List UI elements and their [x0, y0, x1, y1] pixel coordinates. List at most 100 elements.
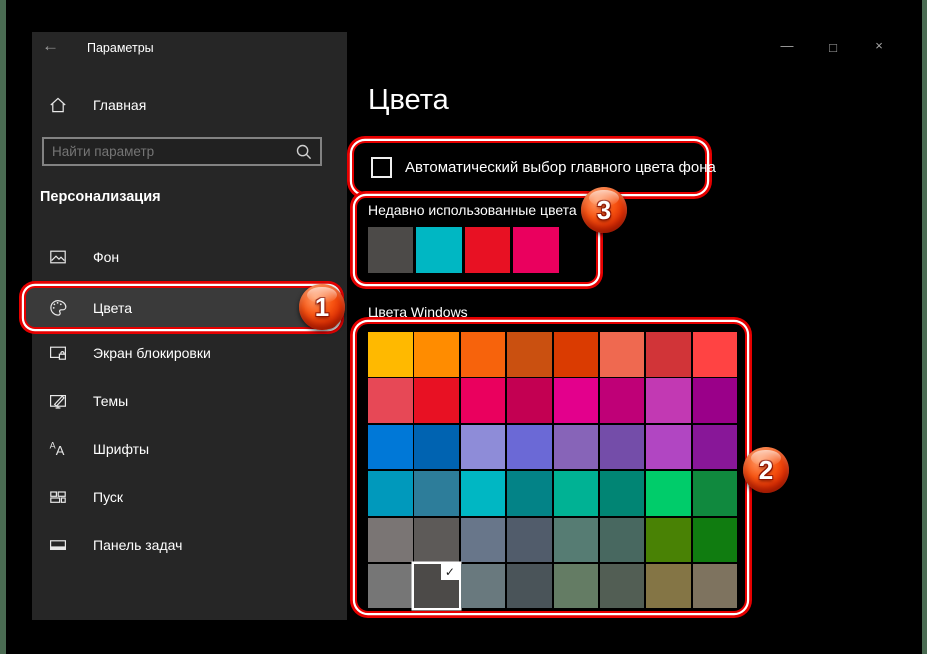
sidebar-item-lock-screen[interactable]: Экран блокировки: [32, 340, 347, 366]
svg-text:A: A: [56, 443, 65, 458]
sidebar-item-label: Фон: [93, 249, 119, 265]
windows-color-swatch[interactable]: [600, 518, 645, 563]
sidebar-item-themes[interactable]: Темы: [32, 388, 347, 414]
windows-color-swatch[interactable]: [368, 564, 413, 609]
sidebar-item-label: Шрифты: [93, 441, 149, 457]
windows-color-swatch[interactable]: [368, 518, 413, 563]
annotation-badge-2: 2: [743, 447, 789, 493]
sidebar-item-label: Пуск: [93, 489, 123, 505]
settings-search[interactable]: [42, 137, 322, 166]
search-input[interactable]: [44, 144, 294, 159]
windows-color-swatch[interactable]: [554, 564, 599, 609]
windows-color-swatch[interactable]: [461, 564, 506, 609]
recent-colors-swatches: [368, 227, 559, 273]
windows-color-swatch[interactable]: [646, 518, 691, 563]
windows-color-swatch[interactable]: [693, 471, 738, 516]
themes-icon: [48, 391, 68, 411]
sidebar-item-label: Панель задач: [93, 537, 182, 553]
page-title: Цвета: [368, 84, 449, 117]
windows-color-swatch[interactable]: [600, 332, 645, 377]
start-tiles-icon: [48, 487, 68, 507]
windows-color-swatch[interactable]: [507, 564, 552, 609]
windows-color-swatch[interactable]: [414, 425, 459, 470]
windows-color-swatch[interactable]: [646, 425, 691, 470]
windows-color-swatch[interactable]: ✓: [414, 564, 459, 609]
sidebar-item-start[interactable]: Пуск: [32, 484, 347, 510]
windows-color-swatch[interactable]: [554, 425, 599, 470]
windows-color-swatch[interactable]: [507, 425, 552, 470]
windows-color-swatch[interactable]: [600, 564, 645, 609]
windows-color-swatch[interactable]: [554, 378, 599, 423]
recent-color-swatch[interactable]: [465, 227, 510, 273]
minimize-button[interactable]: —: [776, 38, 798, 53]
windows-color-swatch[interactable]: [368, 378, 413, 423]
sidebar-item-home[interactable]: Главная: [32, 92, 347, 118]
windows-color-swatch[interactable]: [368, 332, 413, 377]
auto-accent-checkbox[interactable]: [371, 157, 392, 178]
maximize-button[interactable]: □: [822, 40, 844, 55]
windows-color-swatch[interactable]: [646, 378, 691, 423]
windows-color-swatch[interactable]: [693, 378, 738, 423]
windows-color-swatch[interactable]: [646, 471, 691, 516]
palette-icon: [48, 298, 68, 318]
windows-color-swatch[interactable]: [368, 471, 413, 516]
windows-color-swatch[interactable]: [414, 471, 459, 516]
windows-color-swatch[interactable]: [646, 332, 691, 377]
windows-color-swatch[interactable]: [507, 332, 552, 377]
recent-color-swatch[interactable]: [416, 227, 461, 273]
windows-color-swatch[interactable]: [461, 425, 506, 470]
windows-color-swatch[interactable]: [507, 378, 552, 423]
desktop-edge-right: [922, 0, 927, 654]
image-icon: [48, 247, 68, 267]
windows-color-swatch[interactable]: [461, 332, 506, 377]
windows-color-swatch[interactable]: [554, 518, 599, 563]
windows-color-swatch[interactable]: [368, 425, 413, 470]
windows-color-swatch[interactable]: [600, 378, 645, 423]
sidebar-item-fonts[interactable]: A A Шрифты: [32, 436, 347, 462]
window-title: Параметры: [87, 41, 154, 55]
home-icon: [48, 95, 68, 115]
windows-color-swatch[interactable]: [507, 471, 552, 516]
windows-colors-label: Цвета Windows: [368, 304, 468, 320]
recent-color-swatch[interactable]: [513, 227, 558, 273]
windows-color-swatch[interactable]: [461, 378, 506, 423]
windows-color-swatch[interactable]: [414, 518, 459, 563]
windows-color-swatch[interactable]: [693, 518, 738, 563]
fonts-icon: A A: [48, 439, 68, 459]
desktop-edge-left: [0, 0, 6, 654]
sidebar-section-header: Персонализация: [40, 189, 161, 205]
windows-color-swatch[interactable]: [414, 332, 459, 377]
annotation-badge-3: 3: [581, 187, 627, 233]
back-button[interactable]: ←: [42, 36, 59, 56]
search-icon[interactable]: [294, 142, 314, 162]
taskbar-icon: [48, 535, 68, 555]
windows-color-swatch[interactable]: [693, 332, 738, 377]
windows-colors-grid: ✓: [368, 332, 737, 608]
windows-color-swatch[interactable]: [461, 518, 506, 563]
sidebar-item-label: Экран блокировки: [93, 345, 211, 361]
windows-color-swatch[interactable]: [554, 471, 599, 516]
sidebar-item-label: Цвета: [93, 300, 132, 316]
windows-color-swatch[interactable]: [600, 471, 645, 516]
selected-color-check-icon: ✓: [441, 564, 459, 580]
windows-color-swatch[interactable]: [693, 425, 738, 470]
sidebar-item-taskbar[interactable]: Панель задач: [32, 532, 347, 558]
auto-accent-label: Автоматический выбор главного цвета фона: [405, 159, 716, 176]
recent-color-swatch[interactable]: [368, 227, 413, 273]
sidebar-item-label: Главная: [93, 97, 146, 113]
windows-color-swatch[interactable]: [600, 425, 645, 470]
sidebar-item-label: Темы: [93, 393, 128, 409]
windows-color-swatch[interactable]: [646, 564, 691, 609]
sidebar-item-colors[interactable]: Цвета: [24, 286, 339, 329]
lock-screen-icon: [48, 343, 68, 363]
windows-color-swatch[interactable]: [693, 564, 738, 609]
windows-color-swatch[interactable]: [461, 471, 506, 516]
auto-accent-color-setting: Автоматический выбор главного цвета фона: [352, 141, 707, 194]
close-button[interactable]: ×: [868, 38, 890, 53]
annotation-badge-1: 1: [299, 284, 345, 330]
sidebar-item-background[interactable]: Фон: [32, 244, 347, 270]
windows-color-swatch[interactable]: [414, 378, 459, 423]
windows-color-swatch[interactable]: [554, 332, 599, 377]
svg-text:A: A: [50, 441, 56, 451]
windows-color-swatch[interactable]: [507, 518, 552, 563]
